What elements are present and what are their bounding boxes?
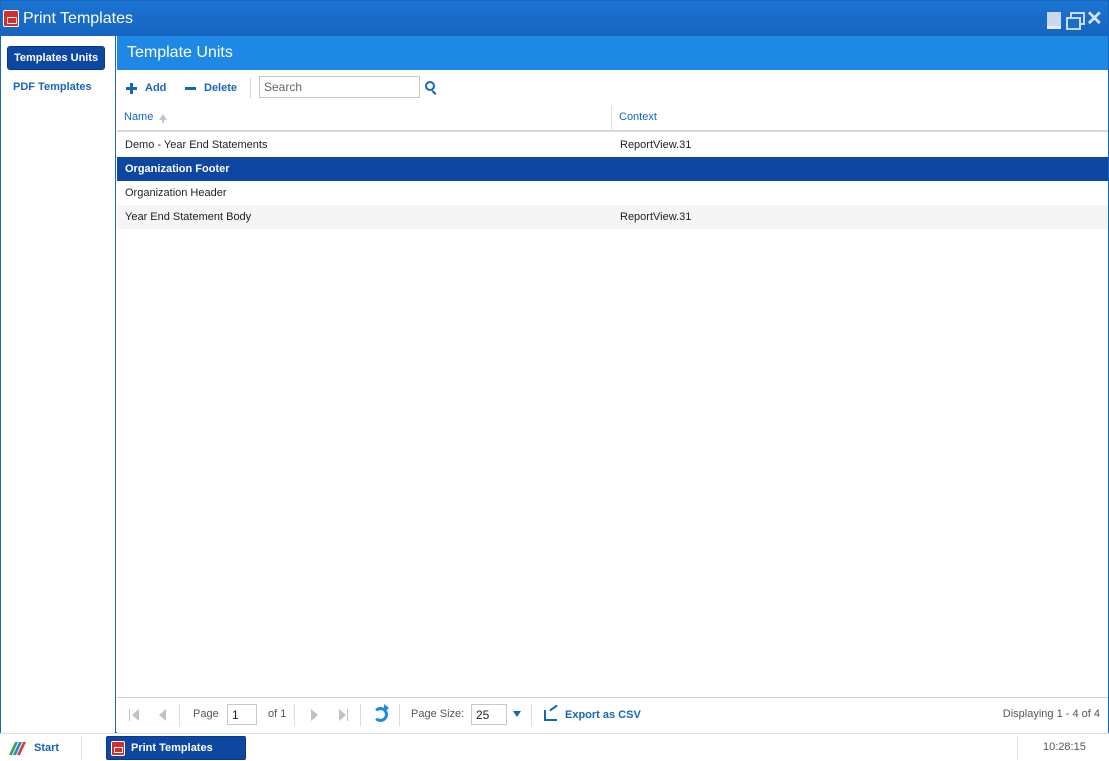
display-info: Displaying 1 - 4 of 4 <box>1002 708 1100 720</box>
grid-header: Name Context <box>117 104 1108 132</box>
sidebar-item-templates-units[interactable]: Templates Units <box>7 46 105 70</box>
pdf-icon <box>3 10 19 27</box>
search-icon[interactable] <box>425 81 435 91</box>
pager-divider <box>531 704 532 726</box>
cell-name: Demo - Year End Statements <box>125 139 268 151</box>
sort-ascending-icon <box>159 114 168 123</box>
delete-button[interactable]: Delete <box>185 80 237 96</box>
pager-divider <box>294 704 295 726</box>
page-size-label: Page Size: <box>411 708 465 720</box>
pdf-icon <box>111 740 125 756</box>
add-button[interactable]: Add <box>126 80 166 96</box>
toolbar-divider <box>250 78 251 98</box>
page-count-label: of 1 <box>268 708 287 720</box>
column-header-name-label: Name <box>124 111 154 123</box>
grid-body: Demo - Year End Statements ReportView.31… <box>117 133 1108 229</box>
first-page-icon[interactable] <box>128 709 140 721</box>
restore-icon[interactable] <box>1066 12 1085 30</box>
taskbar-divider <box>1017 736 1018 760</box>
minus-icon <box>185 83 196 94</box>
chevron-down-icon[interactable] <box>513 711 521 717</box>
page-number-input[interactable] <box>227 704 257 725</box>
cell-name: Organization Footer <box>125 163 230 175</box>
cell-context: ReportView.31 <box>620 139 692 151</box>
panel-title: Template Units <box>117 36 1108 70</box>
sidebar: Templates Units PDF Templates <box>1 36 116 733</box>
cell-name: Organization Header <box>125 187 227 199</box>
pager-divider <box>179 704 180 726</box>
start-button[interactable]: Start <box>8 740 60 756</box>
refresh-icon[interactable] <box>373 704 389 722</box>
export-csv-button[interactable]: Export as CSV <box>544 707 641 723</box>
cell-context: ReportView.31 <box>620 211 692 223</box>
pager-divider <box>399 704 400 726</box>
previous-page-icon[interactable] <box>157 709 169 721</box>
next-page-icon[interactable] <box>309 709 321 721</box>
cell-context <box>620 181 1100 205</box>
table-row[interactable]: Year End Statement Body ReportView.31 <box>117 205 1108 229</box>
taskbar-divider <box>81 736 82 760</box>
export-icon <box>544 709 557 721</box>
page-size-input[interactable] <box>471 704 507 725</box>
cell-name: Year End Statement Body <box>125 211 252 223</box>
start-label: Start <box>34 742 60 754</box>
table-row-selected[interactable]: Organization Footer <box>117 157 1108 181</box>
taskbar-item-print-templates[interactable]: Print Templates <box>106 736 246 760</box>
plus-icon <box>126 82 137 94</box>
clock: 10:28:15 <box>1043 741 1086 753</box>
taskbar-item-label: Print Templates <box>131 742 213 754</box>
taskbar: Start Print Templates 10:28:15 <box>0 733 1109 761</box>
delete-button-label: Delete <box>204 82 238 94</box>
table-row[interactable]: Demo - Year End Statements ReportView.31 <box>117 133 1108 157</box>
window-titlebar[interactable]: Print Templates ✕ <box>1 1 1108 36</box>
cell-context <box>620 157 1100 181</box>
page-label: Page <box>193 708 219 720</box>
add-button-label: Add <box>145 82 167 94</box>
print-templates-window: Print Templates ✕ Templates Units PDF Te… <box>0 0 1109 733</box>
column-header-context[interactable]: Context <box>619 104 1099 130</box>
grid-toolbar: Add Delete <box>117 70 1108 104</box>
start-logo-icon <box>8 741 27 755</box>
column-header-context-label: Context <box>619 111 657 123</box>
export-csv-label: Export as CSV <box>565 709 641 721</box>
close-icon[interactable]: ✕ <box>1086 9 1103 29</box>
search-input[interactable] <box>259 76 420 98</box>
table-row[interactable]: Organization Header <box>117 181 1108 205</box>
window-title: Print Templates <box>23 10 133 27</box>
last-page-icon[interactable] <box>337 709 349 721</box>
paging-toolbar: Page of 1 Page Size: Export as CSV Displ… <box>117 697 1108 732</box>
template-units-panel: Template Units Add Delete Name Context <box>117 36 1108 733</box>
sidebar-item-pdf-templates[interactable]: PDF Templates <box>7 75 105 99</box>
column-header-name[interactable]: Name <box>124 104 612 130</box>
column-divider[interactable] <box>611 106 612 130</box>
minimize-icon[interactable] <box>1046 12 1062 29</box>
pager-divider <box>360 704 361 726</box>
